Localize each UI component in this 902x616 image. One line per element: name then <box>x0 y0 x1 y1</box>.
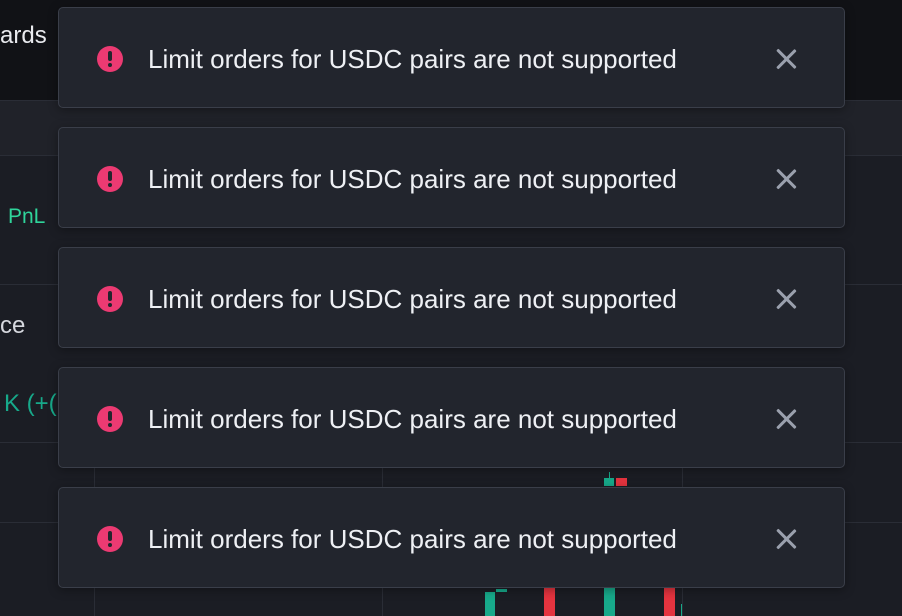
alert-circle-icon <box>97 46 123 72</box>
toast-stack: Limit orders for USDC pairs are not supp… <box>0 0 902 616</box>
toast-notification: Limit orders for USDC pairs are not supp… <box>58 127 845 228</box>
alert-circle-icon <box>97 166 123 192</box>
close-icon[interactable] <box>775 528 797 550</box>
toast-message: Limit orders for USDC pairs are not supp… <box>148 404 677 434</box>
alert-circle-icon <box>97 286 123 312</box>
close-icon[interactable] <box>775 408 797 430</box>
toast-notification: Limit orders for USDC pairs are not supp… <box>58 487 845 588</box>
toast-message: Limit orders for USDC pairs are not supp… <box>148 44 677 74</box>
close-icon[interactable] <box>775 48 797 70</box>
toast-message: Limit orders for USDC pairs are not supp… <box>148 524 677 554</box>
close-icon[interactable] <box>775 288 797 310</box>
toast-notification: Limit orders for USDC pairs are not supp… <box>58 7 845 108</box>
toast-message: Limit orders for USDC pairs are not supp… <box>148 164 677 194</box>
toast-notification: Limit orders for USDC pairs are not supp… <box>58 247 845 348</box>
alert-circle-icon <box>97 406 123 432</box>
alert-circle-icon <box>97 526 123 552</box>
toast-notification: Limit orders for USDC pairs are not supp… <box>58 367 845 468</box>
close-icon[interactable] <box>775 168 797 190</box>
toast-message: Limit orders for USDC pairs are not supp… <box>148 284 677 314</box>
